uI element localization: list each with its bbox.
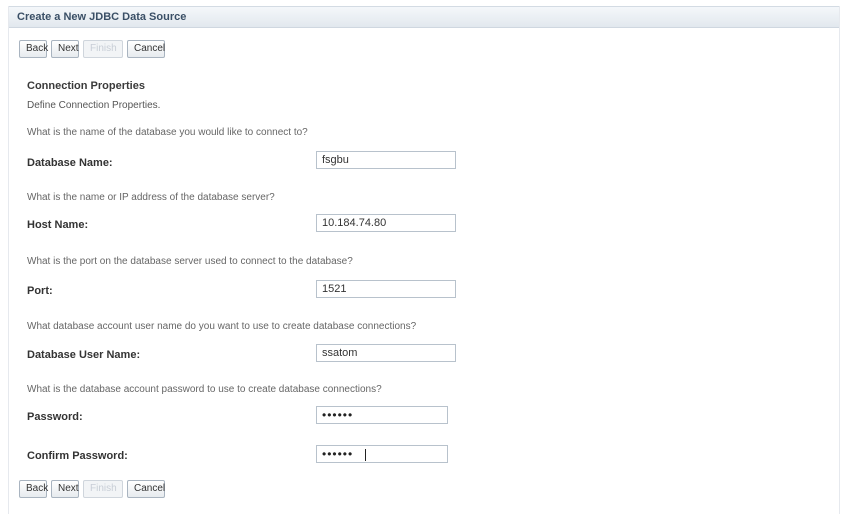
cancel-button[interactable]: Cancel: [127, 40, 165, 58]
finish-button[interactable]: Finish: [83, 40, 123, 58]
password-label: Password:: [27, 411, 83, 423]
section-title: Connection Properties: [27, 80, 145, 92]
next-button-bottom[interactable]: Next: [51, 480, 79, 498]
host-name-label: Host Name:: [27, 219, 89, 231]
page-title: Create a New JDBC Data Source: [17, 11, 187, 23]
db-user-label: Database User Name:: [27, 349, 141, 361]
db-user-question: What database account user name do you w…: [27, 321, 417, 332]
bottom-button-bar: Back Next Finish Cancel: [19, 480, 165, 502]
database-name-label: Database Name:: [27, 157, 113, 169]
port-label: Port:: [27, 285, 53, 297]
text-caret: [365, 449, 366, 461]
section-description: Define Connection Properties.: [27, 100, 161, 111]
finish-button-bottom[interactable]: Finish: [83, 480, 123, 498]
cancel-button-bottom[interactable]: Cancel: [127, 480, 165, 498]
confirm-password-label: Confirm Password:: [27, 450, 128, 462]
top-button-bar: Back Next Finish Cancel: [19, 40, 165, 62]
panel-header: Create a New JDBC Data Source: [9, 6, 839, 28]
database-name-question: What is the name of the database you wou…: [27, 127, 308, 138]
host-name-question: What is the name or IP address of the da…: [27, 192, 275, 203]
next-button[interactable]: Next: [51, 40, 79, 58]
db-user-input[interactable]: [316, 344, 456, 362]
password-input[interactable]: [316, 406, 448, 424]
database-name-input[interactable]: [316, 151, 456, 169]
host-name-input[interactable]: [316, 214, 456, 232]
port-input[interactable]: [316, 280, 456, 298]
back-button-bottom[interactable]: Back: [19, 480, 48, 498]
jdbc-wizard-panel: Create a New JDBC Data Source Back Next …: [8, 6, 840, 514]
port-question: What is the port on the database server …: [27, 256, 353, 267]
password-question: What is the database account password to…: [27, 384, 382, 395]
confirm-password-input[interactable]: [316, 445, 448, 463]
back-button[interactable]: Back: [19, 40, 48, 58]
